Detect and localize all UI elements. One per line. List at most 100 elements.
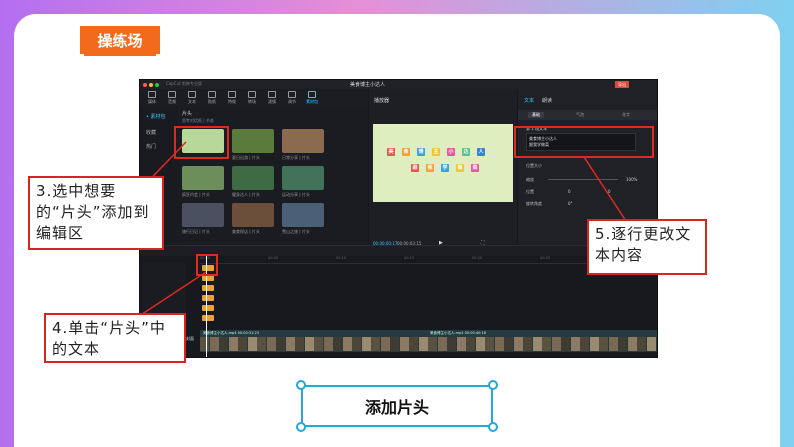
video-frame xyxy=(314,337,323,351)
video-frame xyxy=(361,337,371,351)
tool-audio[interactable]: 音频 xyxy=(164,91,180,105)
video-frame xyxy=(276,337,285,351)
close-icon[interactable] xyxy=(143,82,147,87)
preview-title-tile: 菜 xyxy=(471,164,479,172)
video-clip-label: 美食博主小达人.mp4 00:00:31:23 xyxy=(203,331,259,335)
video-frame xyxy=(228,337,238,351)
template-thumb[interactable] xyxy=(232,166,274,190)
scale-label: 缩放 xyxy=(526,177,534,182)
subtab-basic[interactable]: 基础 xyxy=(528,112,544,118)
video-preview[interactable]: 美食博主小达人跟我学做菜 xyxy=(373,124,513,202)
video-frame xyxy=(513,337,523,351)
template-thumb[interactable] xyxy=(282,166,324,190)
filter-icon xyxy=(268,91,276,98)
video-frame xyxy=(200,337,209,351)
template-thumb[interactable] xyxy=(232,203,274,227)
maximize-icon[interactable] xyxy=(155,82,159,87)
video-frame xyxy=(295,337,304,351)
template-thumb-label: 美食探店 | 片头 xyxy=(232,229,260,234)
video-frame xyxy=(608,337,618,351)
video-frame xyxy=(456,337,466,351)
effects-icon xyxy=(228,91,236,98)
main-toolbar: 媒体 音频 文本 贴纸 特效 转场 滤镜 调节 素材包 xyxy=(140,89,368,107)
ruler-tick: 00:10 xyxy=(336,256,347,260)
template-icon xyxy=(308,91,316,98)
video-frame xyxy=(504,337,513,351)
template-thumb-label: 旅行日记 | 片头 xyxy=(182,229,210,234)
tool-transition[interactable]: 转场 xyxy=(244,91,260,105)
video-frame xyxy=(589,337,599,351)
video-track[interactable]: 美食博主小达人.mp4 00:00:31:23 美食博主小达人.mp4 00:0… xyxy=(200,330,657,352)
audio-icon xyxy=(168,91,176,98)
sticker-icon xyxy=(208,91,216,98)
template-thumb[interactable] xyxy=(282,203,324,227)
template-thumb[interactable] xyxy=(182,203,224,227)
video-frame xyxy=(646,337,656,351)
callout-step3: 3.选中想要的“片头”添加到编辑区 xyxy=(28,176,164,250)
video-frame xyxy=(352,337,361,351)
callout-step4: 4.单击“片头”中的文本 xyxy=(44,313,186,363)
template-thumb-label: 日常分享 | 片头 xyxy=(282,155,310,160)
nav-template[interactable]: • 素材包 xyxy=(146,113,166,120)
caption-corner xyxy=(296,422,306,432)
template-thumb[interactable] xyxy=(282,129,324,153)
video-frame xyxy=(437,337,447,351)
callout-step5: 5.逐行更改文本内容 xyxy=(587,219,707,275)
video-frame xyxy=(285,337,295,351)
player-header: 播放器 xyxy=(374,98,390,104)
tab-text[interactable]: 文本 xyxy=(524,97,534,104)
video-frame xyxy=(418,337,428,351)
caption-corner xyxy=(488,422,498,432)
preview-title-tile: 做 xyxy=(456,164,464,172)
subtab-bubble[interactable]: 气泡 xyxy=(576,112,584,118)
caption-corner xyxy=(488,380,498,390)
video-frame xyxy=(257,337,266,351)
tool-filter[interactable]: 滤镜 xyxy=(264,91,280,105)
video-frame xyxy=(532,337,542,351)
export-button[interactable]: 导出 xyxy=(615,81,629,88)
video-frame xyxy=(238,337,247,351)
template-thumb-label: 夏日出游 | 片头 xyxy=(232,155,260,160)
tool-text[interactable]: 文本 xyxy=(184,91,200,105)
video-frame xyxy=(333,337,342,351)
tool-template[interactable]: 素材包 xyxy=(304,91,320,105)
tab-read[interactable]: 朗读 xyxy=(542,97,552,104)
video-frame xyxy=(380,337,390,351)
video-frame xyxy=(409,337,418,351)
arrow-step5 xyxy=(583,156,627,222)
tool-effects[interactable]: 特效 xyxy=(224,91,240,105)
preview-title-tile: 学 xyxy=(441,164,449,172)
media-icon xyxy=(148,91,156,98)
transition-icon xyxy=(248,91,256,98)
ruler-tick: 00:15 xyxy=(404,256,415,260)
title-bar: CapCut 剪映专业版 美食博主小达人 导出 xyxy=(140,80,657,89)
tool-media[interactable]: 媒体 xyxy=(144,91,160,105)
preview-title-tile: 我 xyxy=(426,164,434,172)
video-frame xyxy=(304,337,314,351)
video-frame xyxy=(342,337,352,351)
video-frame xyxy=(542,337,551,351)
template-thumb[interactable] xyxy=(232,129,274,153)
video-frame xyxy=(323,337,333,351)
minimize-icon[interactable] xyxy=(149,82,153,87)
adjust-icon xyxy=(288,91,296,98)
preview-title-tile: 美 xyxy=(387,148,395,156)
video-frame xyxy=(485,337,494,351)
template-thumb-label: 雪山之旅 | 片头 xyxy=(282,229,310,234)
highlight-text-box xyxy=(514,126,654,158)
video-frame xyxy=(580,337,589,351)
video-clip2-label: 美食博主小达人.mp4 00:00:40:18 xyxy=(430,331,486,335)
nav-favorites[interactable]: 收藏 xyxy=(146,129,156,136)
video-frame xyxy=(390,337,399,351)
position-x[interactable]: 0 xyxy=(568,189,571,194)
video-frame xyxy=(561,337,570,351)
preview-title-tile: 达 xyxy=(462,148,470,156)
rotation-value[interactable]: 0° xyxy=(568,201,573,206)
position-label: 位置 xyxy=(526,189,534,194)
video-frame xyxy=(209,337,219,351)
cover-label[interactable]: 封面 xyxy=(186,336,194,342)
subtab-flower[interactable]: 花字 xyxy=(622,112,630,118)
video-frame xyxy=(371,337,380,351)
tool-adjust[interactable]: 调节 xyxy=(284,91,300,105)
tool-sticker[interactable]: 贴纸 xyxy=(204,91,220,105)
